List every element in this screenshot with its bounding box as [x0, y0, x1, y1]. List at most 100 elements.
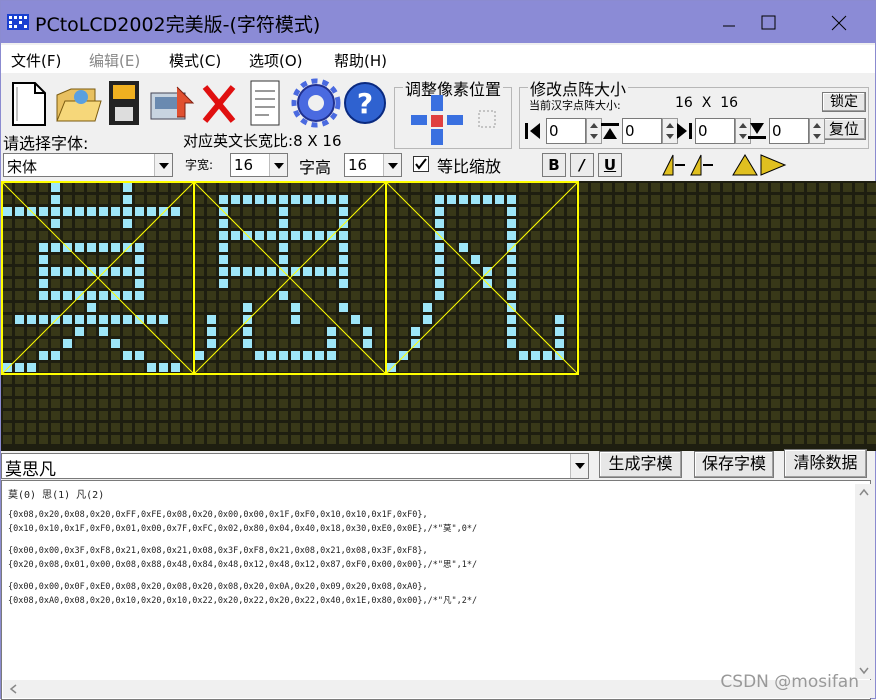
open-folder-icon[interactable]: [53, 77, 103, 129]
pixel-off: [663, 207, 672, 216]
pixel-off: [243, 399, 252, 408]
char-height-select[interactable]: 16: [344, 153, 402, 177]
pixel-on: [291, 267, 300, 276]
pixel-on: [159, 315, 168, 324]
dot-matrix-editor[interactable]: [1, 181, 876, 451]
pixel-off: [771, 399, 780, 408]
height-top-value[interactable]: 0: [622, 118, 662, 144]
menu-file[interactable]: 文件(F): [11, 50, 61, 71]
pixel-on: [135, 279, 144, 288]
pixel-off: [771, 267, 780, 276]
italic-button[interactable]: /: [570, 153, 594, 177]
delete-icon[interactable]: [199, 77, 239, 129]
pixel-on: [243, 195, 252, 204]
underline-button[interactable]: U: [598, 153, 622, 177]
arrow-center-icon[interactable]: [431, 115, 443, 127]
proportional-checkbox[interactable]: [413, 156, 429, 172]
menu-options[interactable]: 选项(O): [249, 50, 303, 71]
generate-button[interactable]: 生成字模: [599, 451, 682, 478]
pixel-off: [555, 399, 564, 408]
pixel-on: [507, 279, 516, 288]
lock-button[interactable]: 锁定: [822, 92, 866, 112]
new-file-icon[interactable]: [5, 77, 51, 129]
width-right-value[interactable]: 0: [695, 118, 735, 144]
rotate-right-icon[interactable]: [760, 154, 787, 176]
pixel-off: [603, 339, 612, 348]
pixel-off: [591, 435, 600, 444]
width-left-icon: [525, 123, 540, 139]
pixel-off: [759, 387, 768, 396]
pixel-on: [291, 351, 300, 360]
save-font-button[interactable]: 保存字模: [694, 451, 774, 478]
pixel-off: [483, 243, 492, 252]
vertical-scrollbar[interactable]: [855, 484, 873, 679]
pixel-off: [159, 255, 168, 264]
menu-help[interactable]: 帮助(H): [334, 50, 387, 71]
pixel-off: [603, 435, 612, 444]
pixel-off: [435, 339, 444, 348]
pixel-off: [219, 435, 228, 444]
flip-right-icon[interactable]: [690, 154, 713, 176]
chevron-down-icon[interactable]: [269, 154, 287, 176]
pixel-on: [123, 195, 132, 204]
char-width-select[interactable]: 16: [230, 153, 288, 177]
height-bottom-updown[interactable]: [809, 118, 825, 144]
pixel-off: [651, 423, 660, 432]
chevron-down-icon[interactable]: [570, 454, 588, 478]
pixel-on: [459, 195, 468, 204]
scroll-left-icon[interactable]: [7, 680, 21, 698]
pixel-off: [39, 387, 48, 396]
checkmark-icon: [415, 158, 427, 170]
flip-left-icon[interactable]: [662, 154, 685, 176]
pixel-off: [387, 339, 396, 348]
bold-button[interactable]: B: [542, 153, 566, 177]
pixel-off: [111, 423, 120, 432]
pixel-off: [855, 363, 864, 372]
pixel-off: [447, 351, 456, 360]
pixel-on: [279, 255, 288, 264]
help-icon[interactable]: ?: [341, 77, 389, 129]
pixel-off: [363, 183, 372, 192]
pixel-off: [519, 243, 528, 252]
menu-mode[interactable]: 模式(C): [169, 50, 221, 71]
pixel-off: [447, 423, 456, 432]
pixel-off: [843, 435, 852, 444]
font-select[interactable]: 宋体: [3, 153, 173, 177]
pixel-off: [687, 315, 696, 324]
download-icon[interactable]: [147, 77, 199, 129]
arrow-left-icon[interactable]: [411, 115, 427, 125]
pixel-off: [207, 231, 216, 240]
pixel-off: [399, 231, 408, 240]
pixel-off: [567, 339, 576, 348]
pixel-off: [459, 327, 468, 336]
arrow-up-icon[interactable]: [431, 95, 443, 111]
pixel-off: [435, 351, 444, 360]
maximize-button[interactable]: [741, 1, 797, 43]
pixel-off: [687, 243, 696, 252]
pixel-off: [759, 339, 768, 348]
pixel-off: [807, 291, 816, 300]
settings-gear-icon[interactable]: [291, 77, 341, 129]
arrow-right-icon[interactable]: [447, 115, 463, 125]
pixel-off: [147, 243, 156, 252]
rotate-left-icon[interactable]: [732, 154, 758, 176]
output-textarea[interactable]: 莫(0) 思(1) 凡(2) {0x08,0x20,0x08,0x20,0xFF…: [1, 480, 871, 700]
boundary-icon[interactable]: [478, 110, 496, 128]
pixel-off: [483, 387, 492, 396]
reset-button[interactable]: 复位: [822, 118, 866, 140]
scroll-up-icon[interactable]: [855, 486, 873, 500]
clear-data-button[interactable]: 清除数据: [784, 449, 867, 478]
pixel-off: [687, 303, 696, 312]
save-icon[interactable]: [103, 77, 145, 129]
height-bottom-value[interactable]: 0: [769, 118, 809, 144]
width-left-value[interactable]: 0: [546, 118, 586, 144]
pixel-off: [591, 327, 600, 336]
pixel-on: [543, 351, 552, 360]
chevron-down-icon[interactable]: [383, 154, 401, 176]
notes-icon[interactable]: [245, 77, 285, 129]
menu-edit[interactable]: 编辑(E): [89, 50, 140, 71]
close-button[interactable]: [813, 1, 869, 43]
text-input[interactable]: 莫思凡: [1, 453, 589, 480]
chevron-down-icon[interactable]: [154, 154, 172, 176]
arrow-down-icon[interactable]: [431, 129, 443, 145]
